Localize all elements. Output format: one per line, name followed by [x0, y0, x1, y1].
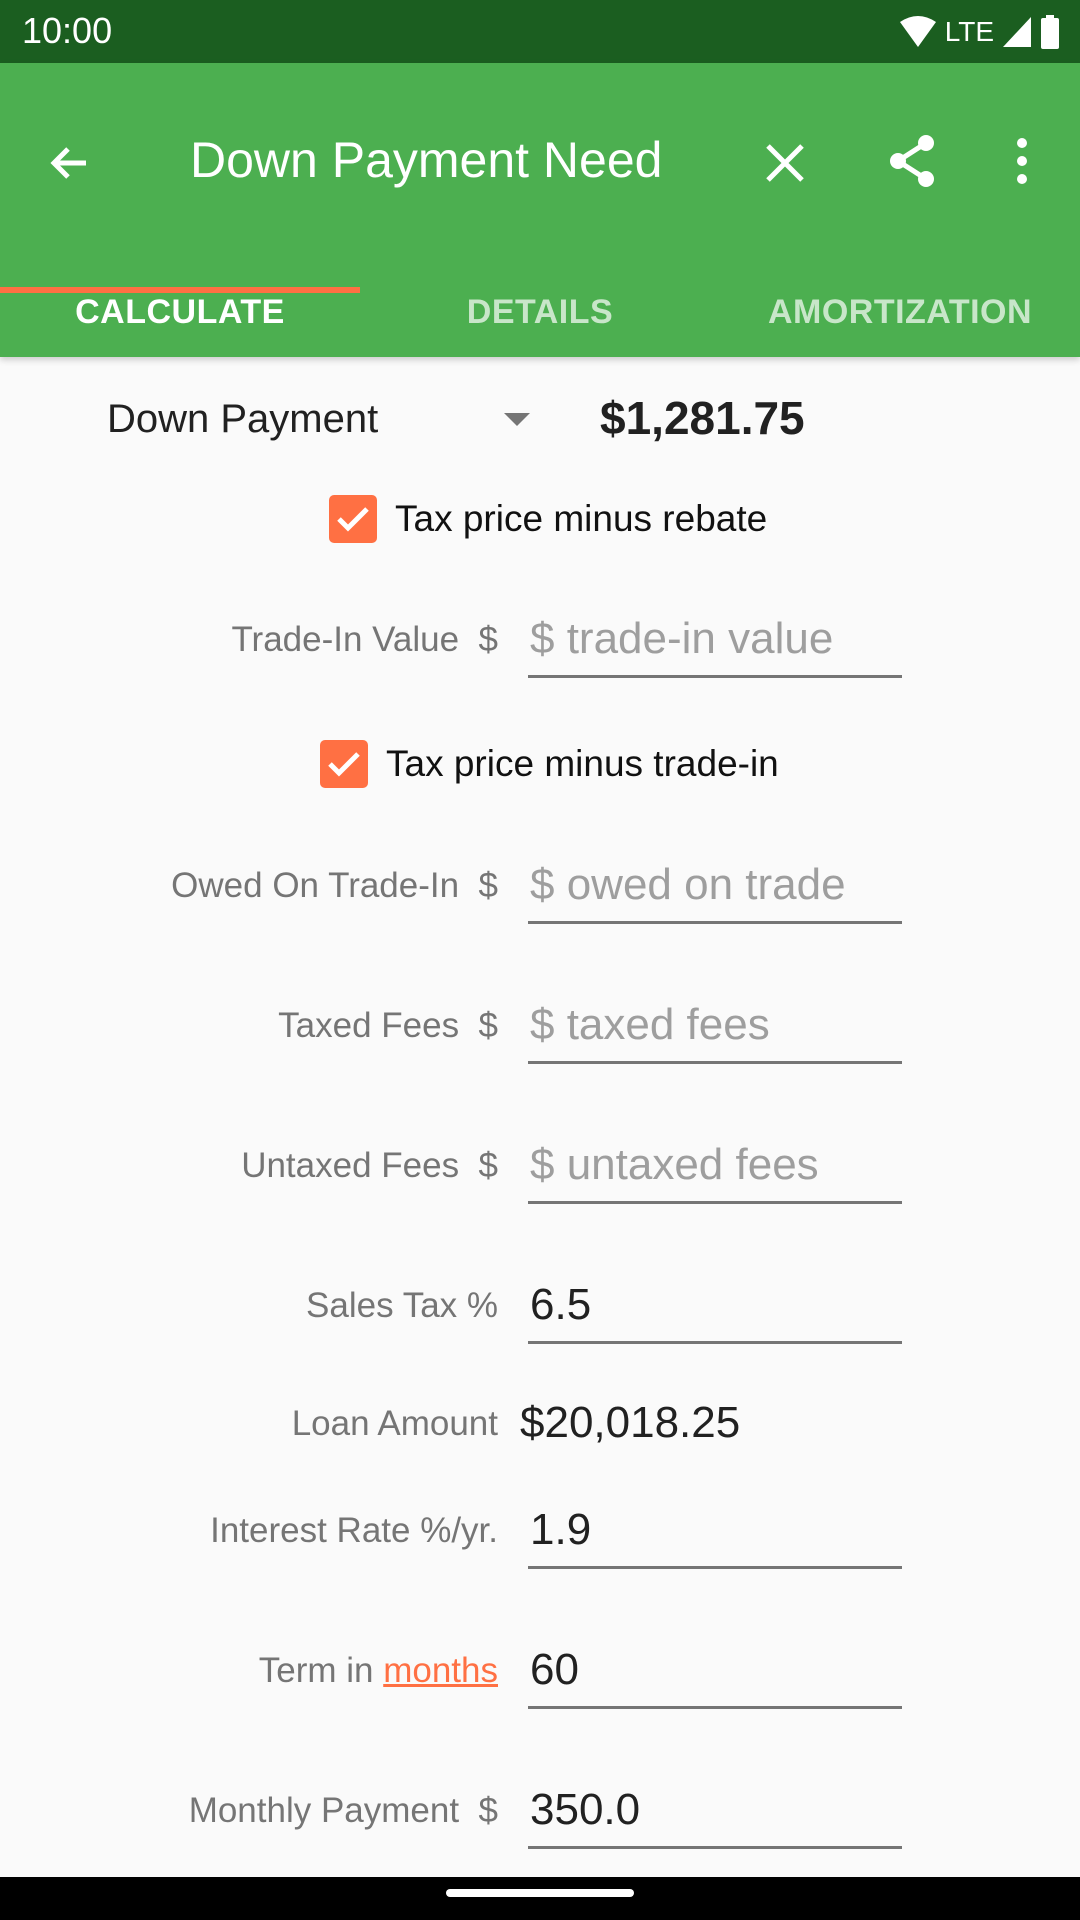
network-type: LTE [944, 16, 994, 47]
more-options-button[interactable] [1000, 129, 1044, 193]
page-title: Down Payment Need [190, 132, 663, 188]
owed-input[interactable]: $ owed on trade [528, 852, 902, 924]
sales-tax-label: Sales Tax % [306, 1286, 498, 1325]
rebate-checkbox-label: Tax price minus rebate [395, 498, 768, 539]
owed-row: Owed On Trade-In $ $ owed on trade [0, 852, 1080, 942]
status-time: 10:00 [22, 10, 113, 51]
loan-amount-value: $20,018.25 [520, 1398, 741, 1447]
status-icons: LTE [899, 12, 1060, 52]
more-vert-icon [1017, 138, 1027, 184]
tab-details[interactable]: DETAILS [360, 263, 720, 357]
checkmark-icon [328, 752, 360, 777]
trade-in-row: Trade-In Value $ $ trade-in value [0, 606, 1080, 696]
trade-in-input[interactable]: $ trade-in value [528, 606, 902, 678]
untaxed-fees-input[interactable]: $ untaxed fees [528, 1132, 902, 1204]
trade-checkbox-row[interactable]: Tax price minus trade-in [320, 734, 779, 794]
rebate-checkbox-row[interactable]: Tax price minus rebate [329, 489, 767, 549]
term-label: Term in months [259, 1651, 498, 1691]
term-input[interactable]: 60 [528, 1637, 902, 1709]
signal-icon [1003, 17, 1031, 47]
home-gesture-handle[interactable] [446, 1889, 634, 1897]
calculate-target-spinner[interactable]: Down Payment [107, 397, 378, 442]
rebate-checkbox[interactable] [329, 495, 377, 543]
term-row: Term in months 60 [0, 1637, 1080, 1727]
share-button[interactable] [880, 129, 944, 193]
untaxed-fees-row: Untaxed Fees $ $ untaxed fees [0, 1132, 1080, 1222]
close-icon [766, 144, 804, 182]
result-value: $1,281.75 [600, 392, 805, 444]
untaxed-fees-label: Untaxed Fees $ [241, 1146, 498, 1185]
loan-amount-row: Loan Amount $20,018.25 [0, 1390, 1080, 1480]
tab-bar: CALCULATE DETAILS AMORTIZATION [0, 263, 1080, 357]
close-button[interactable] [755, 133, 815, 193]
tab-calculate[interactable]: CALCULATE [0, 263, 360, 357]
dropdown-arrow-icon[interactable] [504, 413, 530, 426]
interest-rate-label: Interest Rate %/yr. [210, 1511, 498, 1550]
taxed-fees-row: Taxed Fees $ $ taxed fees [0, 992, 1080, 1082]
tab-amortization[interactable]: AMORTIZATION [720, 263, 1080, 357]
app-bar: Down Payment Need CALCULATE DETAILS AMOR… [0, 63, 1080, 357]
tab-indicator [0, 287, 360, 293]
wifi-icon [899, 16, 936, 47]
sales-tax-input[interactable]: 6.5 [528, 1272, 902, 1344]
trade-checkbox-label: Tax price minus trade-in [386, 743, 779, 784]
taxed-fees-input[interactable]: $ taxed fees [528, 992, 902, 1064]
monthly-payment-row: Monthly Payment $ 350.0 [0, 1777, 1080, 1867]
back-arrow-icon [50, 147, 86, 179]
share-icon [890, 135, 934, 187]
calculate-target-row: Down Payment $1,281.75 [0, 385, 1080, 455]
owed-label: Owed On Trade-In $ [171, 866, 498, 905]
term-unit-link[interactable]: months [383, 1651, 498, 1690]
back-button[interactable] [40, 133, 100, 193]
taxed-fees-label: Taxed Fees $ [278, 1006, 498, 1045]
sales-tax-row: Sales Tax % 6.5 [0, 1272, 1080, 1362]
status-bar: 10:00 LTE [0, 0, 1080, 63]
monthly-payment-input[interactable]: 350.0 [528, 1777, 902, 1849]
navigation-bar [0, 1877, 1080, 1920]
battery-icon [1041, 15, 1059, 49]
trade-in-label: Trade-In Value $ [231, 620, 498, 659]
loan-amount-label: Loan Amount [291, 1404, 498, 1443]
monthly-payment-label: Monthly Payment $ [188, 1791, 498, 1830]
checkmark-icon [337, 507, 369, 532]
term-label-prefix: Term in [258, 1651, 384, 1690]
interest-rate-row: Interest Rate %/yr. 1.9 [0, 1497, 1080, 1587]
interest-rate-input[interactable]: 1.9 [528, 1497, 902, 1569]
trade-checkbox[interactable] [320, 740, 368, 788]
